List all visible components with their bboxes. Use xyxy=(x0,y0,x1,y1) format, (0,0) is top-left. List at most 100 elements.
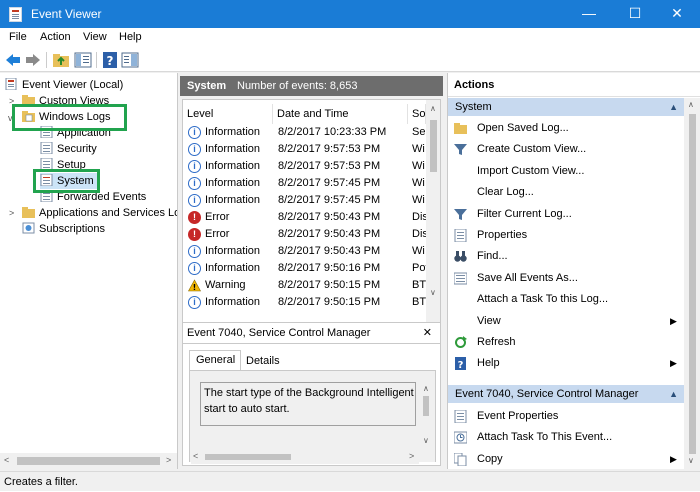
action-label: Properties xyxy=(477,229,528,241)
help-icon[interactable]: ? xyxy=(101,51,119,69)
tab-details[interactable]: Details xyxy=(242,353,287,370)
event-source: Wi xyxy=(412,194,425,206)
column-level[interactable]: Level xyxy=(183,104,273,124)
table-row[interactable]: i Information 8/2/2017 9:57:45 PM Wi xyxy=(183,175,426,192)
menu-action[interactable]: Action xyxy=(40,31,71,43)
event-viewer-icon xyxy=(5,78,17,90)
information-icon: i xyxy=(188,194,201,207)
menu-view[interactable]: View xyxy=(83,31,107,43)
action-find[interactable]: Find... xyxy=(448,246,684,267)
action-label: Event Properties xyxy=(477,410,559,422)
tree-item-event-viewer-local[interactable]: Event Viewer (Local) xyxy=(5,77,123,93)
close-button[interactable]: ✕ xyxy=(654,0,700,28)
event-viewer-window: Event Viewer — ☐ ✕ File Action View Help… xyxy=(0,0,700,491)
actions-section-event[interactable]: Event 7040, Service Control Manager ▲ xyxy=(448,385,684,403)
action-create-custom-view[interactable]: Create Custom View... xyxy=(448,139,684,160)
event-detail-title: Event 7040, Service Control Manager xyxy=(187,327,371,339)
menu-bar: File Action View Help xyxy=(0,28,700,48)
show-hide-tree-icon[interactable] xyxy=(74,51,92,69)
event-date-time: 8/2/2017 10:23:33 PM xyxy=(278,126,387,138)
menu-file[interactable]: File xyxy=(9,31,27,43)
tab-general[interactable]: General xyxy=(189,350,241,370)
action-label: Attach Task To This Event... xyxy=(477,431,613,444)
table-row[interactable]: i Information 8/2/2017 9:50:15 PM BTH xyxy=(183,294,434,311)
collapse-section-icon[interactable]: ▲ xyxy=(669,98,678,116)
event-source: Wi xyxy=(412,143,425,155)
maximize-button[interactable]: ☐ xyxy=(612,0,658,28)
table-row[interactable]: i Information 8/2/2017 9:50:43 PM Wi xyxy=(183,243,426,260)
event-level: Information xyxy=(205,160,261,172)
action-properties[interactable]: Properties xyxy=(448,225,684,246)
tree-horizontal-scrollbar[interactable]: < > xyxy=(0,453,177,469)
tree-item-security[interactable]: Security xyxy=(40,141,97,157)
column-source[interactable]: Sou xyxy=(408,104,426,124)
event-date-time: 8/2/2017 9:57:45 PM xyxy=(278,177,381,189)
action-label: Create Custom View... xyxy=(477,143,587,156)
event-source: Wi xyxy=(412,245,425,257)
events-pane: System Number of events: 8,653 Level Dat… xyxy=(180,73,445,469)
action-clear-log[interactable]: Clear Log... xyxy=(448,182,684,203)
toolbar: ? xyxy=(0,48,700,72)
event-level: Information xyxy=(205,245,261,257)
table-row[interactable]: i Information 8/2/2017 10:23:33 PM Ser xyxy=(183,124,429,141)
action-label: Clear Log... xyxy=(477,186,534,199)
expand-arrow-icon[interactable]: > xyxy=(9,208,14,218)
action-help[interactable]: ? Help ▶ xyxy=(448,353,684,374)
show-hide-action-pane-icon[interactable] xyxy=(121,51,139,69)
information-icon: i xyxy=(188,160,201,173)
action-refresh[interactable]: Refresh xyxy=(448,332,684,353)
event-date-time: 8/2/2017 9:50:43 PM xyxy=(278,228,381,240)
up-folder-icon[interactable] xyxy=(52,51,70,69)
action-copy[interactable]: Copy ▶ xyxy=(448,449,684,470)
back-arrow-icon[interactable] xyxy=(4,51,22,69)
action-attach-task-to-this-event[interactable]: Attach Task To This Event... xyxy=(448,427,684,448)
properties-icon xyxy=(454,410,467,423)
table-row[interactable]: i Information 8/2/2017 9:57:53 PM Wi xyxy=(183,158,426,175)
table-row[interactable]: ! Error 8/2/2017 9:50:43 PM Dis xyxy=(183,226,428,243)
error-icon: ! xyxy=(188,211,201,224)
table-row[interactable]: i Information 8/2/2017 9:57:45 PM Wi xyxy=(183,192,426,209)
table-row[interactable]: i Information 8/2/2017 9:57:53 PM Wi xyxy=(183,141,426,158)
detail-horizontal-scrollbar[interactable]: < > xyxy=(191,450,419,464)
table-row[interactable]: i Information 8/2/2017 9:50:16 PM Pov xyxy=(183,260,431,277)
tree-item-applications-and-services-logs[interactable]: Applications and Services Log xyxy=(22,205,177,221)
event-level: Information xyxy=(205,194,261,206)
action-open-saved-log[interactable]: Open Saved Log... xyxy=(448,118,684,139)
actions-section-system[interactable]: System ▲ xyxy=(448,98,684,116)
action-label: Copy xyxy=(477,452,503,465)
event-source: Wi xyxy=(412,160,425,172)
log-header: System Number of events: 8,653 xyxy=(180,76,443,96)
highlight-windows-logs xyxy=(12,104,127,131)
table-row[interactable]: ! Error 8/2/2017 9:50:43 PM Dis xyxy=(183,209,428,226)
log-icon xyxy=(40,142,53,154)
collapse-section-icon[interactable]: ▲ xyxy=(669,385,678,403)
action-import-custom-view[interactable]: Import Custom View... xyxy=(448,161,684,182)
event-level: Error xyxy=(205,211,230,223)
event-date-time: 8/2/2017 9:57:45 PM xyxy=(278,194,381,206)
column-date-time[interactable]: Date and Time xyxy=(273,104,408,124)
svg-text:!: ! xyxy=(193,283,197,292)
event-date-time: 8/2/2017 9:57:53 PM xyxy=(278,160,381,172)
event-description: The start type of the Background Intelli… xyxy=(200,382,416,426)
event-count: Number of events: 8,653 xyxy=(237,80,358,92)
action-attach-a-task-to-this-log[interactable]: Attach a Task To this Log... xyxy=(448,289,684,310)
tree-item-subscriptions[interactable]: Subscriptions xyxy=(22,221,105,237)
action-view[interactable]: View ▶ xyxy=(448,311,684,332)
forward-arrow-icon[interactable] xyxy=(24,51,42,69)
filter-icon xyxy=(454,208,467,220)
minimize-button[interactable]: — xyxy=(566,0,612,28)
detail-vertical-scrollbar[interactable]: ∧ ∨ xyxy=(419,382,433,450)
action-label: Find... xyxy=(477,250,508,263)
event-level: Information xyxy=(205,126,261,138)
action-save-all-events-as[interactable]: Save All Events As... xyxy=(448,268,684,289)
event-level: Warning xyxy=(205,279,246,291)
menu-help[interactable]: Help xyxy=(119,31,142,43)
actions-vertical-scrollbar[interactable]: ∧ ∨ xyxy=(684,98,700,469)
event-detail-pane: General Details The start type of the Ba… xyxy=(182,344,441,466)
refresh-icon xyxy=(455,336,467,348)
action-filter-current-log[interactable]: Filter Current Log... xyxy=(448,204,684,225)
action-event-properties[interactable]: Event Properties xyxy=(448,406,684,427)
table-row[interactable]: ! Warning 8/2/2017 9:50:15 PM BTH xyxy=(183,277,434,294)
actions-pane: Actions System ▲ Open Saved Log... Create… xyxy=(447,73,700,469)
close-detail-icon[interactable]: ✕ xyxy=(423,323,432,343)
